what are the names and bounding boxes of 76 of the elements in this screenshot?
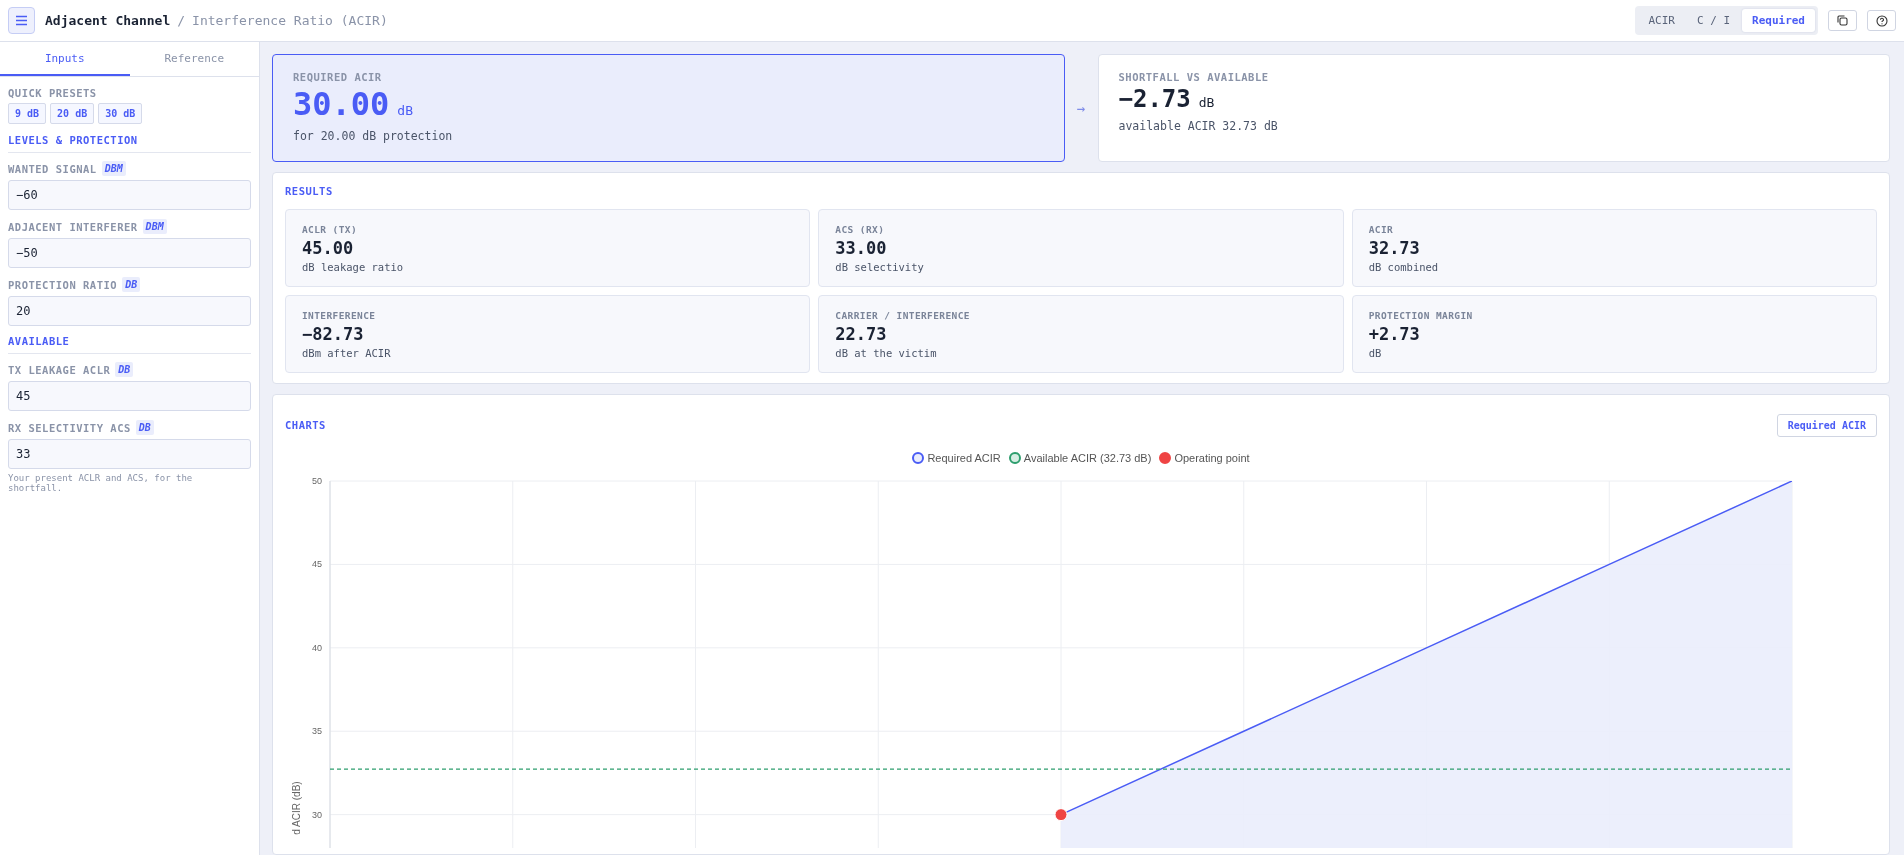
result-note: dB leakage ratio <box>302 261 405 273</box>
sidebar-tab[interactable]: Inputs <box>0 42 130 76</box>
operating-point <box>1054 808 1068 822</box>
mode-tab[interactable]: Required <box>1742 9 1815 32</box>
menu-button[interactable] <box>8 7 35 34</box>
unit-tag: DBM <box>101 161 126 176</box>
copy-icon <box>1837 15 1848 26</box>
result-label: ACLR (TX) <box>302 224 359 235</box>
card-unit: dB <box>1198 95 1215 110</box>
y-tick-label: 30 <box>312 809 322 820</box>
y-tick-label: 50 <box>312 476 322 486</box>
preset-button[interactable]: 9 dB <box>8 103 47 124</box>
field-label: ADJACENT INTERFERER <box>8 220 138 233</box>
section-caption: QUICK PRESETS <box>8 87 98 99</box>
input-field[interactable]: −60 <box>8 180 251 210</box>
card-note: for 20.00 dB protection <box>293 129 454 143</box>
input-field[interactable]: 33 <box>8 439 251 469</box>
result-value: +2.73 <box>1368 324 1421 344</box>
hint-text: Your present ACLR and ACS, for the shortfall. <box>8 473 194 493</box>
result-note: dB <box>1368 347 1383 359</box>
result-value: 45.00 <box>302 238 355 258</box>
unit-tag: DB <box>135 420 154 435</box>
field-label: TX LEAKAGE ACLR <box>8 363 111 376</box>
field-label: RX SELECTIVITY ACS <box>8 421 131 434</box>
y-tick-label: 40 <box>312 642 322 653</box>
mode-tab[interactable]: C / I <box>1686 9 1740 32</box>
card-note: available ACIR 32.73 dB <box>1118 119 1279 133</box>
chart-toggle-button[interactable]: Required ACIR <box>1776 413 1877 437</box>
section-heading: LEVELS & PROTECTION <box>8 134 251 153</box>
result-label: INTERFERENCE <box>302 310 377 321</box>
card-label: REQUIRED ACIR <box>293 71 383 83</box>
menu-icon <box>15 15 28 26</box>
page-subtitle: Interference Ratio (ACIR) <box>192 13 388 28</box>
card-value: 30.00 <box>293 85 390 123</box>
result-label: CARRIER / INTERFERENCE <box>835 310 971 321</box>
input-field[interactable]: −50 <box>8 238 251 268</box>
mode-tab[interactable]: ACIR <box>1638 9 1685 32</box>
y-tick-label: 35 <box>312 726 322 737</box>
result-label: ACS (RX) <box>835 224 886 235</box>
legend-item[interactable]: Available ACIR (32.73 dB) <box>1008 452 1152 464</box>
card-value: −2.73 <box>1118 85 1191 113</box>
unit-tag: DBM <box>142 219 167 234</box>
result-value: −82.73 <box>302 324 365 344</box>
help-button[interactable] <box>1867 10 1896 31</box>
y-tick-label: 45 <box>312 559 322 570</box>
legend-item[interactable]: Operating point <box>1159 452 1250 464</box>
sidebar-tab[interactable]: Reference <box>129 42 259 76</box>
result-value: 22.73 <box>835 324 888 344</box>
result-note: dB at the victim <box>835 347 938 359</box>
result-value: 33.00 <box>835 238 888 258</box>
field-label: WANTED SIGNAL <box>8 162 97 175</box>
result-label: PROTECTION MARGIN <box>1368 310 1474 321</box>
result-label: ACIR <box>1368 224 1395 235</box>
unit-tag: DB <box>115 362 134 377</box>
arrow-glyph: → <box>1076 100 1086 116</box>
legend-item[interactable]: Required ACIR <box>912 452 1001 464</box>
unit-tag: DB <box>122 277 141 292</box>
app-title: Adjacent Channel <box>45 13 171 28</box>
breadcrumb-separator: / <box>177 13 186 28</box>
section-heading: AVAILABLE <box>8 335 251 354</box>
help-icon <box>1875 14 1888 27</box>
input-field[interactable]: 20 <box>8 296 251 326</box>
field-label: PROTECTION RATIO <box>8 278 118 291</box>
result-note: dB selectivity <box>835 261 925 273</box>
result-note: dB combined <box>1368 261 1440 273</box>
result-value: 32.73 <box>1368 238 1421 258</box>
preset-button[interactable]: 20 dB <box>50 103 95 124</box>
panel-title: RESULTS <box>285 185 334 197</box>
card-label: SHORTFALL VS AVAILABLE <box>1118 71 1270 83</box>
preset-button[interactable]: 30 dB <box>98 103 143 124</box>
card-unit: dB <box>397 103 413 118</box>
y-axis-label: d ACIR (dB) <box>291 781 302 835</box>
panel-title: CHARTS <box>285 419 326 431</box>
input-field[interactable]: 45 <box>8 381 251 411</box>
copy-button[interactable] <box>1828 10 1857 31</box>
result-note: dBm after ACIR <box>302 347 392 359</box>
